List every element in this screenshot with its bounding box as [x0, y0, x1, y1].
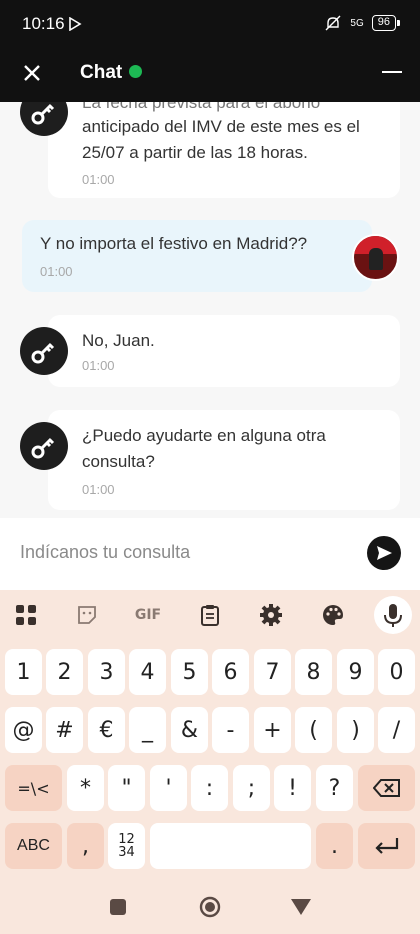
battery-icon: 96 — [371, 15, 401, 31]
home-icon[interactable] — [199, 896, 221, 918]
key-colon[interactable]: : — [191, 765, 228, 811]
navigation-bar — [0, 880, 420, 934]
key-logo-icon — [31, 342, 55, 364]
key-7[interactable]: 7 — [254, 649, 291, 695]
minimize-icon[interactable] — [382, 71, 402, 73]
keyboard: GIF 1 2 3 4 5 6 7 8 9 0 @ # € _ & - + ( … — [0, 590, 420, 934]
backspace-key[interactable] — [358, 765, 415, 811]
close-icon[interactable] — [20, 61, 44, 85]
apps-icon[interactable] — [13, 602, 39, 628]
key-8[interactable]: 8 — [295, 649, 332, 695]
bot-message: ¿Puedo ayudarte en alguna otra consulta?… — [48, 410, 400, 510]
key-6[interactable]: 6 — [212, 649, 249, 695]
sticker-icon[interactable] — [74, 602, 100, 628]
numpad-key[interactable]: 12 34 — [108, 823, 145, 869]
clipboard-icon[interactable] — [197, 602, 223, 628]
message-text: Y no importa el festivo en Madrid?? — [40, 234, 308, 253]
key-underscore[interactable]: _ — [129, 707, 166, 753]
mic-button[interactable] — [374, 596, 412, 634]
bot-message: La fecha prevista para el abono anticipa… — [48, 102, 400, 198]
key-hash[interactable]: # — [46, 707, 83, 753]
gif-icon[interactable]: GIF — [131, 602, 165, 628]
key-plus[interactable]: + — [254, 707, 291, 753]
key-ampersand[interactable]: & — [171, 707, 208, 753]
bot-avatar — [20, 422, 68, 470]
key-question[interactable]: ? — [316, 765, 353, 811]
message-text: ¿Puedo ayudarte en alguna otra — [82, 426, 326, 445]
bot-message: No, Juan. 01:00 — [48, 315, 400, 387]
key-logo-icon — [31, 103, 55, 125]
key-open-paren[interactable]: ( — [295, 707, 332, 753]
key-4[interactable]: 4 — [129, 649, 166, 695]
chat-title: Chat — [80, 62, 123, 83]
key-single-quote[interactable]: ' — [150, 765, 187, 811]
online-status-dot — [129, 65, 142, 78]
message-time: 01:00 — [82, 358, 115, 373]
mic-icon — [384, 604, 402, 627]
message-text: consulta? — [82, 452, 155, 471]
key-minus[interactable]: - — [212, 707, 249, 753]
message-text: anticipado del IMV de este mes es el — [82, 117, 360, 136]
more-symbols-key[interactable]: =\< — [5, 765, 62, 811]
key-3[interactable]: 3 — [88, 649, 125, 695]
back-icon[interactable] — [291, 899, 311, 915]
key-at[interactable]: @ — [5, 707, 42, 753]
chat-header: Chat — [0, 48, 420, 102]
enter-icon — [374, 838, 398, 854]
key-euro[interactable]: € — [88, 707, 125, 753]
space-key[interactable] — [150, 823, 311, 869]
message-text: 25/07 a partir de las 18 horas. — [82, 143, 308, 162]
key-period[interactable]: . — [316, 823, 353, 869]
mute-icon — [325, 15, 341, 31]
key-exclamation[interactable]: ! — [274, 765, 311, 811]
backspace-icon — [372, 779, 400, 797]
send-button[interactable] — [367, 536, 401, 570]
key-double-quote[interactable]: " — [108, 765, 145, 811]
key-0[interactable]: 0 — [378, 649, 415, 695]
status-time: 10:16 — [22, 14, 65, 33]
message-list[interactable]: La fecha prevista para el abono anticipa… — [0, 102, 420, 518]
key-9[interactable]: 9 — [337, 649, 374, 695]
message-input[interactable] — [20, 542, 340, 563]
key-logo-icon — [31, 437, 55, 459]
key-slash[interactable]: / — [378, 707, 415, 753]
message-time: 01:00 — [82, 172, 115, 187]
enter-key[interactable] — [358, 823, 415, 869]
message-input-bar — [0, 518, 420, 590]
settings-icon[interactable] — [258, 602, 284, 628]
play-store-icon — [69, 17, 82, 31]
user-message: Y no importa el festivo en Madrid?? 01:0… — [22, 220, 372, 292]
key-close-paren[interactable]: ) — [337, 707, 374, 753]
network-indicator: 5G — [350, 17, 364, 29]
message-text: No, Juan. — [82, 331, 155, 350]
key-semicolon[interactable]: ; — [233, 765, 270, 811]
key-2[interactable]: 2 — [46, 649, 83, 695]
bot-avatar — [20, 327, 68, 375]
palette-icon[interactable] — [320, 602, 346, 628]
message-time: 01:00 — [40, 264, 73, 279]
user-avatar — [352, 234, 399, 281]
message-time: 01:00 — [82, 482, 115, 497]
abc-key[interactable]: ABC — [5, 823, 62, 869]
key-5[interactable]: 5 — [171, 649, 208, 695]
status-bar: 10:16 5G 96 — [0, 0, 420, 48]
send-icon — [377, 546, 392, 560]
recents-icon[interactable] — [110, 899, 126, 915]
key-asterisk[interactable]: * — [67, 765, 104, 811]
key-1[interactable]: 1 — [5, 649, 42, 695]
keyboard-toolbar: GIF — [0, 590, 420, 640]
key-comma[interactable]: , — [67, 823, 104, 869]
